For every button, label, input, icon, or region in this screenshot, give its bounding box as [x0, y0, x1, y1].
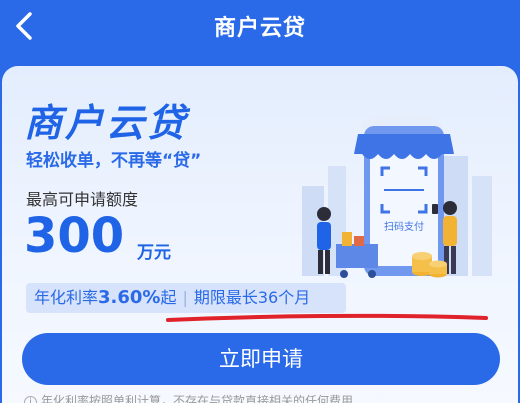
scan-pay-label: 扫码支付 [384, 220, 424, 233]
product-slogan: 轻松收单，不再等“贷” [26, 151, 202, 171]
apply-button[interactable]: 立即申请 [22, 333, 500, 385]
loan-card: 商户云贷 轻松收单，不再等“贷” 扫码支付 最高可申请额度 300 万元 年化利… [2, 66, 518, 403]
rate-notice: i 年化利率按照单利计算，不存在与贷款直接相关的任何费用 [24, 392, 353, 403]
rate-value: 3.60% [98, 287, 161, 308]
page-title: 商户云贷 [213, 16, 306, 41]
rate-info-bar: 年化利率3.60%起 | 期限最长36个月 [26, 283, 346, 313]
nav-bar: 商户云贷 [0, 0, 520, 52]
quota-label: 最高可申请额度 [26, 190, 139, 209]
product-brand: 商户云贷 [24, 101, 189, 145]
info-icon: i [24, 396, 37, 403]
merchant-illustration: 扫码支付 [302, 114, 492, 278]
rate-prefix: 年化利率 [34, 288, 99, 307]
rate-suffix: 起 [160, 288, 177, 307]
notice-text: 年化利率按照单利计算，不存在与贷款直接相关的任何费用 [41, 394, 354, 403]
quota-amount: 300 [24, 208, 125, 264]
quota-unit: 万元 [137, 243, 171, 263]
rate-divider: | [182, 288, 188, 307]
term-text: 期限最长36个月 [193, 288, 311, 307]
